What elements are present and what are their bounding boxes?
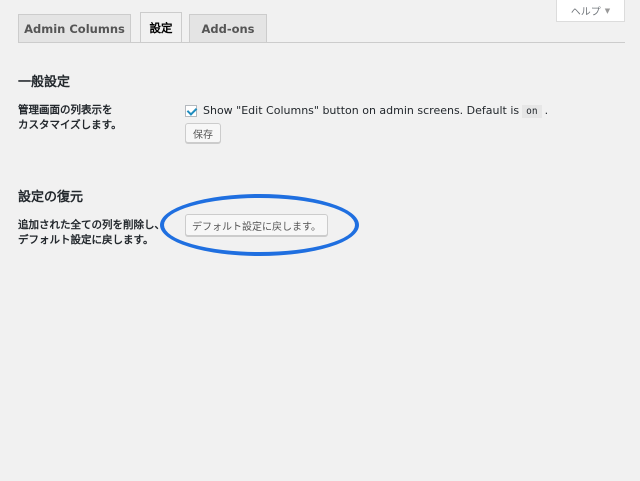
general-settings-title: 一般設定	[18, 75, 71, 90]
show-edit-columns-checkbox[interactable]	[185, 105, 197, 117]
checkbox-label-text: Show "Edit Columns" button on admin scre…	[203, 104, 520, 117]
save-button[interactable]: 保存	[185, 123, 221, 143]
settings-tabs: Admin Columns 設定 Add-ons	[18, 12, 625, 43]
checkbox-label-period: .	[544, 104, 549, 117]
restore-description-line-2: デフォルト設定に戻します。	[18, 234, 154, 246]
tab-add-ons[interactable]: Add-ons	[189, 14, 267, 42]
tab-admin-columns[interactable]: Admin Columns	[18, 14, 131, 42]
general-description-line-1: 管理画面の列表示を	[18, 104, 113, 116]
restore-description-line-1: 追加された全ての列を削除し、	[18, 219, 165, 231]
default-value-code: on	[522, 105, 542, 118]
restore-settings-title: 設定の復元	[18, 190, 84, 205]
tab-settings[interactable]: 設定	[140, 12, 182, 42]
show-edit-columns-label: Show "Edit Columns" button on admin scre…	[203, 104, 548, 118]
restore-settings-description: 追加された全ての列を削除し、 デフォルト設定に戻します。	[18, 218, 165, 248]
restore-defaults-button[interactable]: デフォルト設定に戻します。	[185, 214, 328, 236]
general-description-line-2: カスタマイズします。	[18, 119, 122, 131]
general-settings-description: 管理画面の列表示を カスタマイズします。	[18, 103, 122, 133]
